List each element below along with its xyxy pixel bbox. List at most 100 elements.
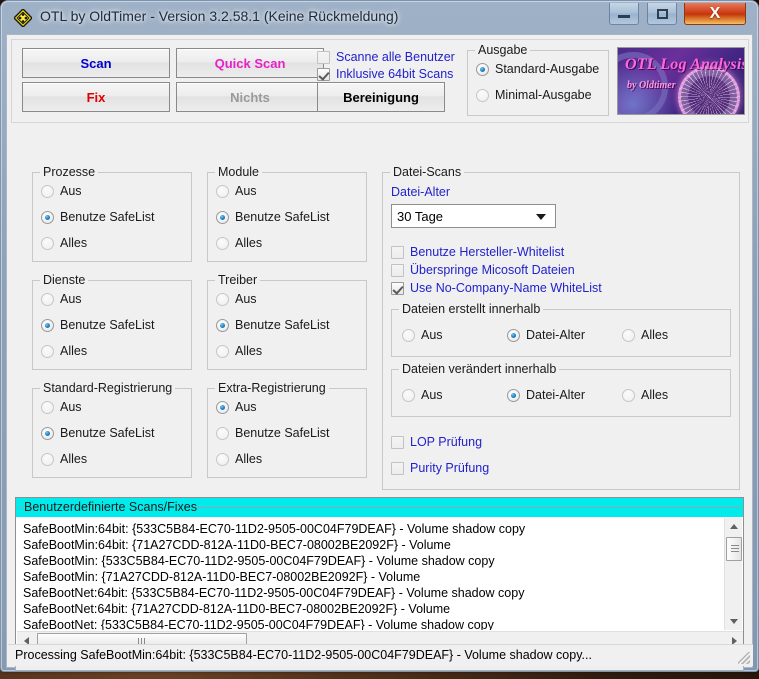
extrareg-radio-aus[interactable]: Aus: [216, 400, 257, 414]
close-button[interactable]: X: [684, 3, 746, 25]
dienste-radio-safelist[interactable]: Benutze SafeList: [41, 318, 155, 332]
group-dateien-erstellt: Dateien erstellt innerhalb Aus Datei-Alt…: [391, 302, 731, 357]
hersteller-whitelist-checkbox[interactable]: Benutze Hersteller-Whitelist: [391, 245, 564, 259]
module-radio-alles[interactable]: Alles: [216, 236, 262, 250]
dienste-radio-alles[interactable]: Alles: [41, 344, 87, 358]
vertical-scrollbar-thumb[interactable]: [726, 537, 742, 561]
no-company-name-whitelist-checkbox[interactable]: Use No-Company-Name WhiteList: [391, 281, 602, 295]
treiber-radio-alles-label: Alles: [235, 344, 263, 358]
lop-pruefung-checkbox[interactable]: LOP Prüfung: [391, 435, 482, 449]
radio-on-icon: [476, 62, 489, 76]
group-dienste-legend: Dienste: [40, 273, 89, 287]
include-64bit-checkbox[interactable]: Inklusive 64bit Scans: [317, 67, 453, 81]
group-treiber: Treiber Aus Benutze SafeList Alles: [207, 273, 367, 370]
checkbox-icon: [391, 461, 404, 475]
module-radio-aus[interactable]: Aus: [216, 184, 257, 198]
radio-standard-output[interactable]: Standard-Ausgabe: [476, 62, 599, 76]
radio-off-icon: [622, 388, 635, 402]
prozesse-radio-safelist[interactable]: Benutze SafeList: [41, 210, 155, 224]
radio-off-icon: [216, 344, 229, 358]
prozesse-radio-aus-label: Aus: [60, 184, 82, 198]
group-extra-registrierung-legend: Extra-Registrierung: [215, 381, 329, 395]
treiber-radio-aus[interactable]: Aus: [216, 292, 257, 306]
veraendert-radio-dateialter-label: Datei-Alter: [526, 388, 586, 402]
bereinigung-button[interactable]: Bereinigung: [317, 82, 445, 112]
checkbox-checked-icon: [317, 67, 330, 81]
dienste-radio-aus[interactable]: Aus: [41, 292, 82, 306]
minimize-button[interactable]: [609, 3, 639, 25]
dienste-radio-safelist-label: Benutze SafeList: [60, 318, 155, 332]
radio-off-icon: [41, 292, 54, 306]
group-prozesse: Prozesse Aus Benutze SafeList Alles: [32, 165, 192, 262]
prozesse-radio-alles[interactable]: Alles: [41, 236, 87, 250]
skip-microsoft-files-checkbox[interactable]: Überspringe Micosoft Dateien: [391, 263, 575, 277]
standardreg-radio-alles[interactable]: Alles: [41, 452, 87, 466]
standardreg-radio-aus[interactable]: Aus: [41, 400, 82, 414]
custom-scans-textarea[interactable]: SafeBootMin:64bit: {533C5B84-EC70-11D2-9…: [17, 518, 725, 630]
resize-grip-icon[interactable]: [738, 652, 750, 664]
erstellt-radio-alles[interactable]: Alles: [622, 328, 668, 342]
quick-scan-button[interactable]: Quick Scan: [176, 48, 324, 78]
radio-minimal-output[interactable]: Minimal-Ausgabe: [476, 88, 592, 102]
custom-scans-panel: Benutzerdefinierte Scans/Fixes SafeBootM…: [15, 497, 744, 652]
radio-off-icon: [41, 400, 54, 414]
legend-rule-left: [19, 507, 23, 508]
standardreg-radio-aus-label: Aus: [60, 400, 82, 414]
client-area: Scan Quick Scan Fix Nichts Bereinigung S…: [6, 34, 753, 671]
group-dienste: Dienste Aus Benutze SafeList Alles: [32, 273, 192, 370]
group-module: Module Aus Benutze SafeList Alles: [207, 165, 367, 262]
chevron-down-icon: [536, 214, 546, 220]
minimize-icon: [610, 3, 638, 24]
erstellt-radio-aus-label: Aus: [421, 328, 443, 342]
veraendert-radio-dateialter[interactable]: Datei-Alter: [507, 388, 585, 402]
standardreg-radio-safelist[interactable]: Benutze SafeList: [41, 426, 155, 440]
datei-alter-label: Datei-Alter: [391, 185, 451, 199]
title-bar[interactable]: OTL by OldTimer - Version 3.2.58.1 (Kein…: [2, 2, 757, 34]
treiber-radio-safelist-label: Benutze SafeList: [235, 318, 330, 332]
radio-off-icon: [622, 328, 635, 342]
extrareg-radio-safelist[interactable]: Benutze SafeList: [216, 426, 330, 440]
purity-pruefung-checkbox[interactable]: Purity Prüfung: [391, 461, 489, 475]
scroll-down-button[interactable]: [725, 613, 743, 630]
radio-off-icon: [216, 426, 229, 440]
extrareg-radio-alles-label: Alles: [235, 452, 263, 466]
veraendert-radio-aus-label: Aus: [421, 388, 443, 402]
group-datei-scans-legend: Datei-Scans: [390, 165, 465, 179]
prozesse-radio-aus[interactable]: Aus: [41, 184, 82, 198]
treiber-radio-safelist[interactable]: Benutze SafeList: [216, 318, 330, 332]
maximize-button[interactable]: [647, 3, 677, 25]
erstellt-radio-alles-label: Alles: [641, 328, 669, 342]
vertical-scrollbar[interactable]: [724, 518, 742, 630]
list-item: SafeBootNet:64bit: {533C5B84-EC70-11D2-9…: [23, 586, 525, 600]
toolbar-panel: Scan Quick Scan Fix Nichts Bereinigung S…: [11, 39, 749, 123]
radio-standard-output-label: Standard-Ausgabe: [495, 62, 600, 76]
erstellt-radio-aus[interactable]: Aus: [402, 328, 443, 342]
radio-off-icon: [41, 452, 54, 466]
radio-on-icon: [216, 210, 229, 224]
skip-microsoft-files-label: Überspringe Micosoft Dateien: [410, 263, 575, 277]
scroll-up-button[interactable]: [725, 518, 743, 535]
group-module-legend: Module: [215, 165, 262, 179]
veraendert-radio-aus[interactable]: Aus: [402, 388, 443, 402]
purity-pruefung-label: Purity Prüfung: [410, 461, 490, 475]
treiber-radio-alles[interactable]: Alles: [216, 344, 262, 358]
extrareg-radio-alles[interactable]: Alles: [216, 452, 262, 466]
scan-all-users-checkbox[interactable]: Scanne alle Benutzer: [317, 50, 455, 64]
radio-off-icon: [402, 388, 415, 402]
radio-off-icon: [216, 236, 229, 250]
radio-off-icon: [216, 452, 229, 466]
treiber-radio-aus-label: Aus: [235, 292, 257, 306]
veraendert-radio-alles[interactable]: Alles: [622, 388, 668, 402]
hersteller-whitelist-label: Benutze Hersteller-Whitelist: [410, 245, 565, 259]
scan-button[interactable]: Scan: [22, 48, 170, 78]
module-radio-safelist-label: Benutze SafeList: [235, 210, 330, 224]
radio-on-icon: [41, 426, 54, 440]
datei-alter-select[interactable]: 30 Tage: [391, 204, 556, 228]
checkbox-icon: [391, 263, 404, 277]
module-radio-safelist[interactable]: Benutze SafeList: [216, 210, 330, 224]
fix-button[interactable]: Fix: [22, 82, 170, 112]
status-text: Processing SafeBootMin:64bit: {533C5B84-…: [15, 648, 592, 662]
group-dateien-veraendert-legend: Dateien verändert innerhalb: [399, 362, 560, 376]
erstellt-radio-dateialter[interactable]: Datei-Alter: [507, 328, 585, 342]
no-company-name-whitelist-label: Use No-Company-Name WhiteList: [410, 281, 602, 295]
